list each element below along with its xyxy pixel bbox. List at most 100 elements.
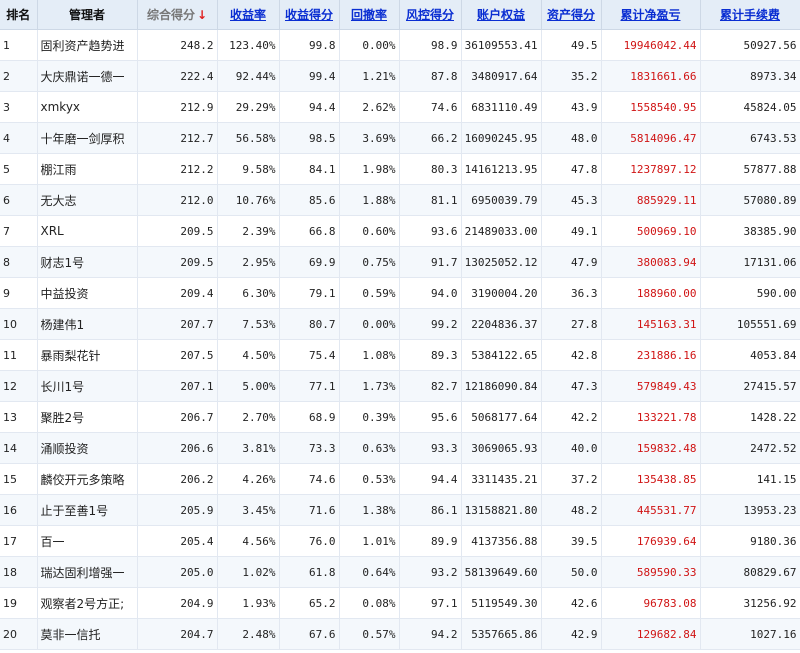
header-cum-pnl[interactable]: 累计净盈亏 (601, 0, 701, 30)
cell-risk-score: 91.7 (399, 246, 462, 278)
cell-cum-fee: 57080.89 (700, 184, 800, 216)
header-rank: 排名 (0, 0, 38, 30)
cell-asset-score: 42.9 (541, 618, 602, 650)
cell-asset-score: 47.9 (541, 246, 602, 278)
header-asset-score[interactable]: 资产得分 (541, 0, 602, 30)
cell-return-rate: 9.58% (217, 153, 280, 185)
cell-rank: 20 (0, 618, 38, 650)
table-row: 7 XRL 209.5 2.39% 66.8 0.60% 93.6 21489033.00 49… (0, 215, 800, 247)
cell-drawdown: 0.60% (339, 215, 400, 247)
cell-return-rate: 3.81% (217, 432, 280, 464)
table-row: 20 莫非一信托 204.7 2.48% 67.6 0.57% 94.2 5357665.86… (0, 618, 800, 650)
cell-return-score: 66.8 (279, 215, 340, 247)
header-cum-fee[interactable]: 累计手续费 (700, 0, 800, 30)
cell-cum-fee: 57877.88 (700, 153, 800, 185)
cell-cum-pnl: 1237897.12 (601, 153, 701, 185)
cell-total-score: 206.7 (137, 401, 218, 433)
cell-rank: 10 (0, 308, 38, 340)
cell-equity: 6831110.49 (461, 91, 542, 123)
cell-rank: 14 (0, 432, 38, 464)
cell-risk-score: 98.9 (399, 29, 462, 61)
cell-asset-score: 42.8 (541, 339, 602, 371)
cell-return-rate: 2.39% (217, 215, 280, 247)
cell-drawdown: 1.98% (339, 153, 400, 185)
cell-risk-score: 93.2 (399, 556, 462, 588)
table-row: 9 中益投资 209.4 6.30% 79.1 0.59% 94.0 3190004.20 36… (0, 277, 800, 309)
cell-cum-pnl: 5814096.47 (601, 122, 701, 154)
cell-cum-pnl: 1831661.66 (601, 60, 701, 92)
cell-return-score: 77.1 (279, 370, 340, 402)
cell-return-rate: 4.26% (217, 463, 280, 495)
cell-equity: 3480917.64 (461, 60, 542, 92)
cell-return-score: 99.4 (279, 60, 340, 92)
cell-rank: 1 (0, 29, 38, 61)
cell-drawdown: 0.00% (339, 29, 400, 61)
header-total-score[interactable]: 综合得分 ↓ (137, 0, 218, 30)
header-manager: 管理者 (37, 0, 138, 30)
cell-cum-pnl: 885929.11 (601, 184, 701, 216)
cell-return-score: 73.3 (279, 432, 340, 464)
cell-total-score: 206.6 (137, 432, 218, 464)
cell-return-score: 84.1 (279, 153, 340, 185)
cell-return-rate: 29.29% (217, 91, 280, 123)
cell-equity: 12186090.84 (461, 370, 542, 402)
cell-total-score: 205.4 (137, 525, 218, 557)
cell-risk-score: 66.2 (399, 122, 462, 154)
cell-risk-score: 74.6 (399, 91, 462, 123)
cell-manager: 瑞达固利增强一 (37, 556, 138, 588)
table-row: 5 棚江雨 212.2 9.58% 84.1 1.98% 80.3 14161213.95 47… (0, 153, 800, 185)
cell-return-score: 85.6 (279, 184, 340, 216)
cell-asset-score: 42.2 (541, 401, 602, 433)
cell-cum-fee: 27415.57 (700, 370, 800, 402)
cell-total-score: 207.5 (137, 339, 218, 371)
header-equity[interactable]: 账户权益 (461, 0, 542, 30)
table-row: 11 暴雨梨花针 207.5 4.50% 75.4 1.08% 89.3 5384122.65… (0, 339, 800, 371)
table-row: 4 十年磨一剑厚积 212.7 56.58% 98.5 3.69% 66.2 16090245… (0, 122, 800, 154)
header-return-rate[interactable]: 收益率 (217, 0, 280, 30)
cell-return-score: 69.9 (279, 246, 340, 278)
header-row: 排名 管理者 综合得分 ↓ 收益率 收益得分 回撤率 风控得分 账户权益 资产得分… (0, 0, 800, 30)
cell-manager: 止于至善1号 (37, 494, 138, 526)
cell-equity: 5119549.30 (461, 587, 542, 619)
cell-manager: 杨建伟1 (37, 308, 138, 340)
cell-rank: 11 (0, 339, 38, 371)
cell-cum-pnl: 129682.84 (601, 618, 701, 650)
cell-drawdown: 0.64% (339, 556, 400, 588)
cell-manager: 麟佼开元多策略 (37, 463, 138, 495)
header-drawdown[interactable]: 回撤率 (339, 0, 400, 30)
cell-risk-score: 93.3 (399, 432, 462, 464)
header-return-score[interactable]: 收益得分 (279, 0, 340, 30)
cell-rank: 8 (0, 246, 38, 278)
cell-drawdown: 1.38% (339, 494, 400, 526)
cell-rank: 16 (0, 494, 38, 526)
cell-asset-score: 50.0 (541, 556, 602, 588)
cell-return-rate: 2.48% (217, 618, 280, 650)
cell-return-score: 75.4 (279, 339, 340, 371)
cell-drawdown: 1.21% (339, 60, 400, 92)
header-total-score-label[interactable]: 综合得分 (147, 8, 195, 22)
cell-return-score: 79.1 (279, 277, 340, 309)
cell-return-score: 67.6 (279, 618, 340, 650)
cell-drawdown: 0.63% (339, 432, 400, 464)
cell-equity: 3069065.93 (461, 432, 542, 464)
table-row: 1 固利资产趋势进 248.2 123.40% 99.8 0.00% 98.9 3610955… (0, 29, 800, 61)
cell-equity: 13158821.80 (461, 494, 542, 526)
cell-cum-fee: 2472.52 (700, 432, 800, 464)
sort-desc-arrow-icon[interactable]: ↓ (197, 8, 207, 22)
cell-total-score: 205.9 (137, 494, 218, 526)
cell-manager: 大庆鼎诺一德一 (37, 60, 138, 92)
cell-drawdown: 1.08% (339, 339, 400, 371)
cell-asset-score: 37.2 (541, 463, 602, 495)
cell-total-score: 206.2 (137, 463, 218, 495)
table-row: 14 涌顺投资 206.6 3.81% 73.3 0.63% 93.3 3069065.93 4… (0, 432, 800, 464)
cell-cum-pnl: 579849.43 (601, 370, 701, 402)
cell-risk-score: 87.8 (399, 60, 462, 92)
cell-total-score: 212.7 (137, 122, 218, 154)
cell-risk-score: 99.2 (399, 308, 462, 340)
cell-rank: 5 (0, 153, 38, 185)
cell-manager: 财志1号 (37, 246, 138, 278)
cell-cum-fee: 4053.84 (700, 339, 800, 371)
header-risk-score[interactable]: 风控得分 (399, 0, 462, 30)
cell-equity: 4137356.88 (461, 525, 542, 557)
cell-rank: 15 (0, 463, 38, 495)
